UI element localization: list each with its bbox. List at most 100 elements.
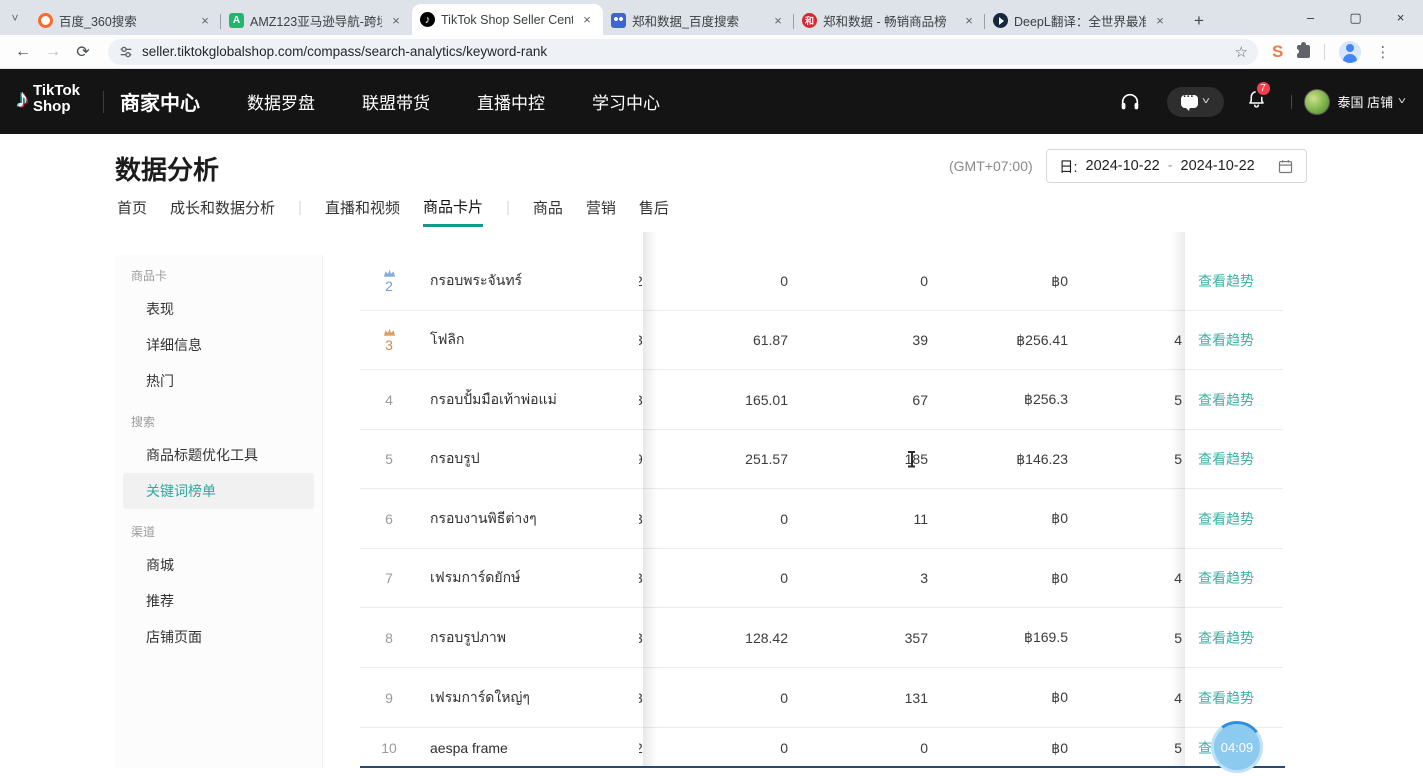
analytics-sidebar: 商品卡 表现 详细信息 热门 搜索 商品标题优化工具 关键词榜单 渠道 商城 推… — [115, 255, 323, 768]
sidebar-item-title-optimizer[interactable]: 商品标题优化工具 — [115, 437, 322, 473]
tab-live-video[interactable]: 直播和视频 — [325, 197, 400, 225]
browser-profile-icon[interactable] — [1339, 41, 1361, 63]
value-gmv: ฿0 — [970, 549, 1068, 607]
extensions-puzzle-icon[interactable] — [1297, 45, 1310, 58]
reload-button[interactable]: ⟳ — [68, 42, 98, 62]
site-info-icon[interactable] — [118, 44, 134, 60]
browser-menu-icon[interactable]: ⋮ — [1375, 43, 1390, 61]
date-range-picker[interactable]: 日: 2024-10-22 - 2024-10-22 — [1046, 149, 1307, 183]
timezone-label: (GMT+07:00) — [949, 158, 1033, 174]
tab-close-icon[interactable]: × — [1152, 13, 1168, 28]
floating-timer-widget[interactable]: 04:09 — [1211, 721, 1263, 773]
new-tab-button[interactable]: + — [1184, 6, 1214, 35]
view-trend-link[interactable]: 查看趋势 — [1198, 628, 1254, 648]
rank-number: 10 — [367, 728, 411, 768]
tab-close-icon[interactable]: × — [388, 13, 404, 28]
value-c2: 39 — [830, 311, 928, 369]
view-trend-link[interactable]: 查看趋势 — [1198, 688, 1254, 708]
tab-close-icon[interactable]: × — [197, 13, 213, 28]
browser-tab-zhenghe-rank[interactable]: 和 郑和数据 - 畅销商品榜 × — [794, 6, 985, 35]
value-c1: 165.01 — [690, 370, 788, 429]
view-trend-link[interactable]: 查看趋势 — [1198, 330, 1254, 350]
forward-button[interactable]: → — [38, 43, 68, 61]
view-trend-link[interactable]: 查看趋势 — [1198, 271, 1254, 291]
view-trend-link[interactable]: 查看趋势 — [1198, 390, 1254, 410]
rank-number: 5 — [367, 430, 411, 488]
bookmark-star-icon[interactable]: ☆ — [1235, 43, 1248, 61]
address-bar[interactable]: seller.tiktokglobalshop.com/compass/sear… — [108, 39, 1258, 65]
store-name[interactable]: 泰国 店铺 — [1338, 92, 1394, 111]
sidebar-item-recommend[interactable]: 推荐 — [115, 583, 322, 619]
view-trend-link[interactable]: 查看趋势 — [1198, 509, 1254, 529]
view-trend-link[interactable]: 查看趋势 — [1198, 568, 1254, 588]
tab-close-icon[interactable]: × — [961, 13, 977, 28]
nav-item-live-center[interactable]: 直播中控 — [477, 89, 545, 114]
value-c2: 67 — [830, 370, 928, 429]
store-chevron-down-icon[interactable]: ˅ — [1398, 96, 1406, 107]
value-gmv: ฿0 — [970, 668, 1068, 727]
rank-badge: 3 — [367, 311, 411, 369]
sidebar-item-mall[interactable]: 商城 — [115, 547, 322, 583]
url-text[interactable]: seller.tiktokglobalshop.com/compass/sear… — [142, 44, 1235, 59]
notifications-button[interactable]: 7 — [1246, 89, 1267, 115]
browser-tab-baidu360[interactable]: 百度_360搜索 × — [30, 6, 221, 35]
value-gmv: ฿256.41 — [970, 311, 1068, 369]
sidebar-item-performance[interactable]: 表现 — [115, 291, 322, 327]
action-cell: 查看趋势 — [1185, 252, 1283, 310]
browser-tab-tiktok-seller-active[interactable]: ♪ TikTok Shop Seller Cente × — [412, 4, 603, 35]
clipped-value: 3 — [639, 608, 648, 667]
tab-after-sales[interactable]: 售后 — [639, 197, 669, 225]
browser-tab-deepl[interactable]: DeepL翻译：全世界最准 × — [985, 6, 1176, 35]
action-cell: 查看趋势 — [1185, 489, 1283, 548]
tab-close-icon[interactable]: × — [770, 13, 786, 28]
tab-close-icon[interactable]: × — [579, 12, 595, 27]
clipped-value: 9 — [639, 430, 648, 488]
keyword-rank-table: 2 กรอบพระจันทร์ 2 0 0 ฿0 查看趋势 3 โฟลิก 3 … — [360, 232, 1283, 768]
back-button[interactable]: ← — [8, 43, 38, 61]
seller-avatar[interactable] — [1304, 89, 1330, 115]
sidebar-item-keyword-rank[interactable]: 关键词榜单 — [123, 473, 314, 509]
tab-separator: | — [298, 199, 302, 223]
support-headset-icon[interactable] — [1119, 91, 1141, 113]
sidebar-item-shop-page[interactable]: 店铺页面 — [115, 619, 322, 655]
tiktok-note-icon: ♪ — [16, 83, 29, 114]
browser-tab-zhenghe-baidu[interactable]: 郑和数据_百度搜索 × — [603, 6, 794, 35]
value-gmv: ฿0 — [970, 489, 1068, 548]
value-c1: 0 — [690, 489, 788, 548]
logo-line2: Shop — [33, 99, 80, 115]
tiktok-shop-logo[interactable]: ♪ TikTok Shop — [16, 83, 80, 115]
clipped-value: 3 — [639, 549, 648, 607]
chat-messages-button[interactable]: ˅ — [1167, 87, 1224, 117]
nav-item-seller-center[interactable]: 商家中心 — [120, 87, 200, 116]
clipped-value-right: 5 — [1110, 728, 1182, 768]
logo-line1: TikTok — [33, 83, 80, 99]
tab-marketing[interactable]: 营销 — [586, 197, 616, 225]
table-row: 9 เฟรมการ์ดใหญ่ๆ 3 0 131 ฿0 4 查看趋势 — [360, 668, 1283, 728]
value-c2: 0 — [830, 252, 928, 310]
table-row: 8 กรอบรูปภาพ 3 128.42 357 ฿169.5 5 查看趋势 — [360, 608, 1283, 668]
clipped-value-right: 5 — [1110, 430, 1182, 488]
sidebar-item-details[interactable]: 详细信息 — [115, 327, 322, 363]
action-cell: 查看趋势 — [1185, 668, 1283, 727]
value-c1: 128.42 — [690, 608, 788, 667]
tab-products[interactable]: 商品 — [533, 197, 563, 225]
tab-home[interactable]: 首页 — [117, 197, 147, 225]
table-row: 2 กรอบพระจันทร์ 2 0 0 ฿0 查看趋势 — [360, 252, 1283, 311]
sidebar-item-trending[interactable]: 热门 — [115, 363, 322, 399]
nav-item-affiliate[interactable]: 联盟带货 — [362, 89, 430, 114]
sidebar-section-search: 搜索 — [115, 407, 322, 437]
tab-search-chevron-icon[interactable]: ˅ — [0, 0, 30, 35]
browser-toolbar: ← → ⟳ seller.tiktokglobalshop.com/compas… — [0, 35, 1423, 69]
close-window-button[interactable]: × — [1378, 0, 1423, 35]
extension-s-icon[interactable]: S — [1272, 42, 1283, 62]
view-trend-link[interactable]: 查看趋势 — [1198, 449, 1254, 469]
nav-item-data-compass[interactable]: 数据罗盘 — [247, 89, 315, 114]
browser-tab-amz123[interactable]: A AMZ123亚马逊导航-跨境 × — [221, 6, 412, 35]
tab-growth-analytics[interactable]: 成长和数据分析 — [170, 197, 275, 225]
sidebar-section-product-card: 商品卡 — [115, 261, 322, 291]
minimize-button[interactable]: – — [1288, 0, 1333, 35]
nav-item-learning-center[interactable]: 学习中心 — [592, 89, 660, 114]
value-c1: 0 — [690, 252, 788, 310]
maximize-button[interactable]: ▢ — [1333, 0, 1378, 35]
tab-product-card[interactable]: 商品卡片 — [423, 196, 483, 227]
